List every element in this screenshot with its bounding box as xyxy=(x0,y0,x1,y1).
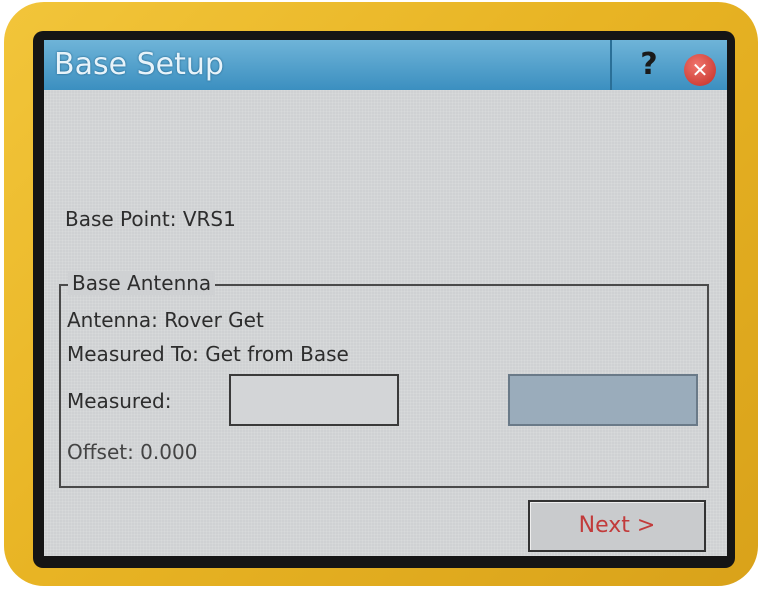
close-icon[interactable]: ✕ xyxy=(684,54,716,86)
base-point-label: Base Point: VRS1 xyxy=(65,207,236,231)
measured-label: Measured: xyxy=(67,389,172,413)
base-antenna-group-label: Base Antenna xyxy=(68,271,216,295)
measured-to-label: Measured To: Get from Base xyxy=(67,342,349,366)
next-button[interactable]: Next > xyxy=(528,500,706,552)
help-icon[interactable]: ? xyxy=(634,48,664,82)
app-window: Base Setup ? ✕ Base Point: VRS1 Base Ant… xyxy=(44,40,727,556)
title-bar: Base Setup ? ✕ xyxy=(44,40,727,90)
measured-input[interactable] xyxy=(229,374,399,426)
title-separator xyxy=(610,40,612,90)
offset-label: Offset: 0.000 xyxy=(67,440,198,464)
measured-unit-button[interactable] xyxy=(508,374,698,426)
antenna-label: Antenna: Rover Get xyxy=(67,308,264,332)
window-title: Base Setup xyxy=(54,47,224,82)
